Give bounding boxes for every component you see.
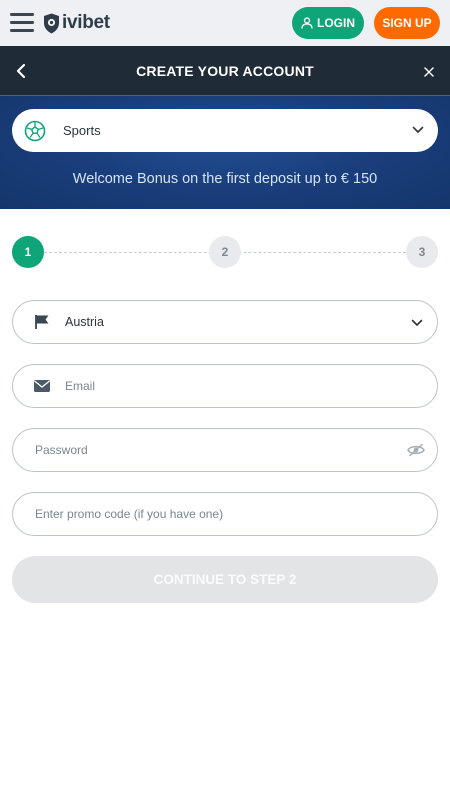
eye-off-icon[interactable] bbox=[407, 443, 425, 457]
modal-header: CREATE YOUR ACCOUNT bbox=[0, 46, 450, 96]
bonus-banner: Sports Welcome Bonus on the first deposi… bbox=[0, 96, 450, 209]
continue-label: CONTINUE TO STEP 2 bbox=[153, 572, 297, 587]
country-value: Austria bbox=[65, 315, 104, 329]
flag-icon bbox=[35, 315, 49, 329]
chevron-down-icon bbox=[411, 319, 423, 326]
step-1: 1 bbox=[12, 236, 44, 268]
envelope-icon bbox=[34, 380, 50, 392]
user-icon bbox=[301, 17, 313, 29]
signup-button[interactable]: SIGN UP bbox=[374, 7, 440, 39]
step-3: 3 bbox=[406, 236, 438, 268]
page-title: CREATE YOUR ACCOUNT bbox=[136, 63, 314, 79]
sport-select[interactable]: Sports bbox=[12, 109, 438, 152]
top-bar: ivibet LOGIN SIGN UP bbox=[0, 0, 450, 46]
password-placeholder: Password bbox=[35, 443, 88, 457]
step-2: 2 bbox=[209, 236, 241, 268]
promo-code-field[interactable]: Enter promo code (if you have one) bbox=[12, 492, 438, 536]
shield-logo-icon bbox=[44, 13, 59, 33]
logo-text: ivibet bbox=[62, 12, 110, 33]
bonus-text: Welcome Bonus on the first deposit up to… bbox=[72, 171, 378, 187]
password-field[interactable]: Password bbox=[12, 428, 438, 472]
promo-code-placeholder: Enter promo code (if you have one) bbox=[35, 507, 224, 521]
signup-label: SIGN UP bbox=[382, 16, 432, 30]
email-placeholder: Email bbox=[65, 379, 96, 393]
login-label: LOGIN bbox=[317, 16, 355, 30]
soccer-ball-icon bbox=[24, 120, 46, 141]
login-button[interactable]: LOGIN bbox=[292, 7, 364, 39]
continue-button[interactable]: CONTINUE TO STEP 2 bbox=[12, 556, 438, 603]
close-icon[interactable] bbox=[422, 65, 436, 79]
sport-select-value: Sports bbox=[63, 123, 101, 138]
email-field[interactable]: Email bbox=[12, 364, 438, 408]
registration-stepper: 1 2 3 bbox=[12, 236, 438, 268]
logo[interactable]: ivibet bbox=[43, 11, 110, 35]
chevron-down-icon bbox=[412, 126, 424, 133]
menu-icon[interactable] bbox=[10, 13, 34, 33]
country-select[interactable]: Austria bbox=[12, 300, 438, 344]
